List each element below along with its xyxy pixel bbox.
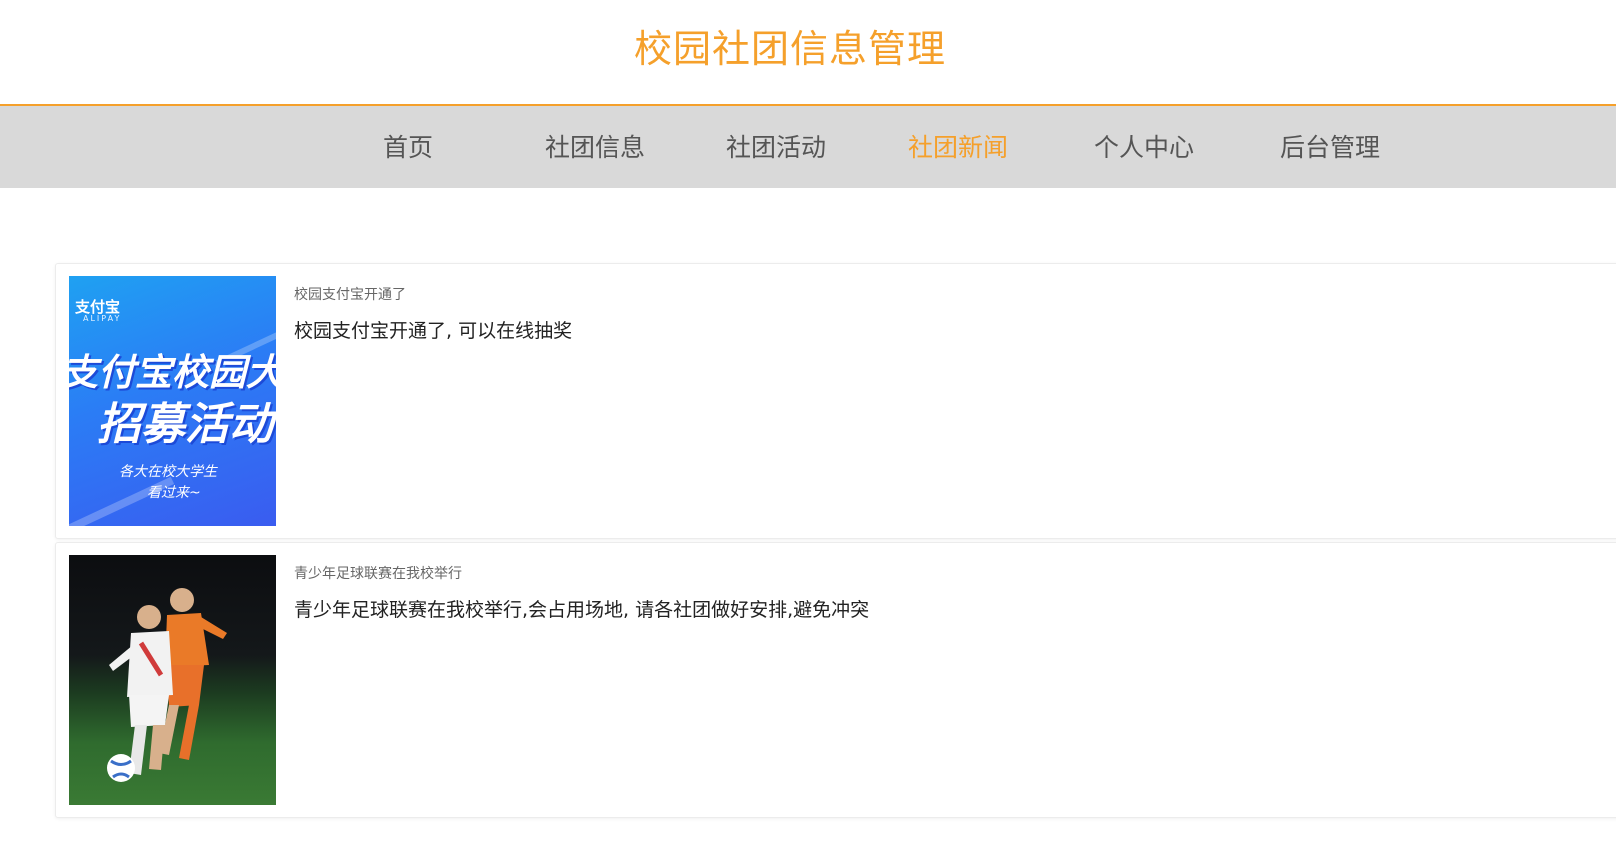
- news-title: 校园支付宝开通了: [294, 287, 406, 303]
- news-content[interactable]: 校园支付宝开通了, 可以在线抽奖: [294, 316, 572, 343]
- nav-item-personal-center[interactable]: 个人中心: [1094, 128, 1194, 164]
- nav-item-club-activities[interactable]: 社团活动: [726, 128, 826, 164]
- nav-item-club-info[interactable]: 社团信息: [545, 128, 645, 164]
- nav-item-admin[interactable]: 后台管理: [1280, 128, 1380, 164]
- news-thumbnail[interactable]: 支付宝 ALIPAY 支付宝校园大使 招募活动 各大在校大学生 看过来~: [69, 276, 276, 526]
- site-title: 校园社团信息管理: [633, 27, 946, 71]
- poster-subheadline: 招募活动: [97, 399, 273, 450]
- poster-caption: 各大在校大学生: [119, 464, 217, 480]
- news-thumbnail[interactable]: [69, 555, 276, 805]
- poster-caption-2: 看过来~: [147, 485, 201, 501]
- news-content[interactable]: 青少年足球联赛在我校举行,会占用场地, 请各社团做好安排,避免冲突: [294, 595, 869, 622]
- news-card[interactable]: 支付宝 ALIPAY 支付宝校园大使 招募活动 各大在校大学生 看过来~ 校园支…: [55, 263, 1616, 539]
- football-players-image: [107, 588, 227, 782]
- nav-item-home[interactable]: 首页: [383, 128, 433, 164]
- alipay-logo-sub: ALIPAY: [83, 314, 122, 323]
- news-title: 青少年足球联赛在我校举行: [294, 566, 462, 582]
- nav-item-club-news[interactable]: 社团新闻: [908, 128, 1008, 164]
- news-card[interactable]: 青少年足球联赛在我校举行 青少年足球联赛在我校举行,会占用场地, 请各社团做好安…: [55, 542, 1616, 818]
- main-nav: 首页 社团信息 社团活动 社团新闻 个人中心 后台管理: [0, 104, 1616, 188]
- header: 校园社团信息管理: [0, 0, 1616, 104]
